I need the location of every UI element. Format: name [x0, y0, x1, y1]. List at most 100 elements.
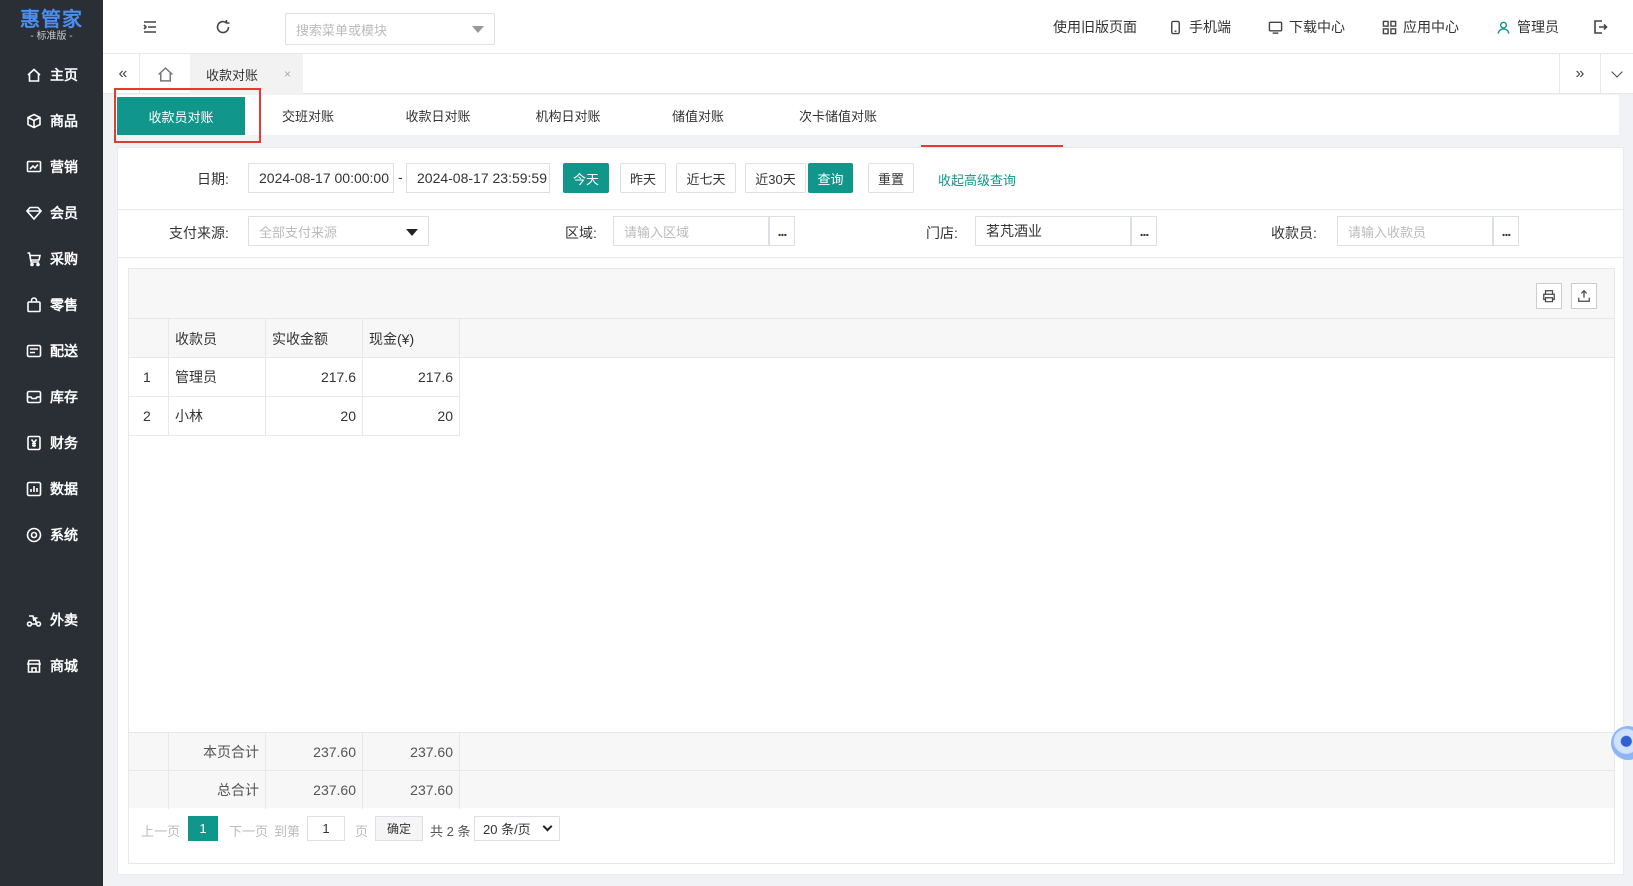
yesterday-button[interactable]: 昨天 [620, 163, 666, 193]
inbox-icon [26, 389, 42, 405]
delivery-icon [26, 612, 42, 628]
sidebar-item-label: 商品 [50, 113, 78, 129]
box-icon [26, 113, 42, 129]
total-count: 共 2 条 [430, 824, 471, 839]
prev-page-button[interactable]: 上一页 [141, 821, 180, 840]
sidebar-item-label: 采购 [50, 251, 78, 267]
empty-cell [129, 733, 169, 771]
sidebar-item-label: 主页 [50, 67, 78, 83]
today-button[interactable]: 今天 [563, 163, 609, 193]
cash-cell: 217.6 [363, 358, 460, 397]
search-placeholder: 搜索菜单或模块 [296, 22, 388, 38]
old-version-link[interactable]: 使用旧版页面 [1053, 0, 1137, 54]
chevron-down-icon [542, 821, 553, 832]
store-picker-button[interactable]: ... [1131, 216, 1157, 246]
toggle-advanced-query-link[interactable]: 收起高级查询 [938, 170, 1016, 189]
sidebar-item-label: 零售 [50, 297, 78, 313]
sidebar-item-finance[interactable]: 财务 [0, 423, 103, 463]
sidebar-item-retail[interactable]: 零售 [0, 285, 103, 325]
region-input[interactable]: 请输入区域 [613, 216, 769, 246]
sidebar-item-goods[interactable]: 商品 [0, 101, 103, 141]
column-header: 实收金额 [266, 319, 363, 358]
tabs-menu-chevron-icon[interactable] [1600, 54, 1633, 94]
menu-search-input[interactable]: 搜索菜单或模块 [285, 13, 495, 45]
close-icon[interactable]: × [284, 67, 291, 81]
last-30-days-button[interactable]: 近30天 [745, 163, 806, 193]
date-end-input[interactable]: 2024-08-17 23:59:59 [406, 163, 550, 193]
cashier-picker-button[interactable]: ... [1493, 216, 1519, 246]
menu-collapse-icon[interactable] [140, 17, 160, 37]
cashier-input[interactable]: 请输入收款员 [1337, 216, 1493, 246]
region-picker-button[interactable]: ... [769, 216, 795, 246]
data-icon [26, 481, 42, 497]
user-name: 管理员 [1517, 19, 1559, 35]
sidebar-item-home[interactable]: 主页 [0, 55, 103, 95]
logout-icon[interactable] [1590, 17, 1610, 37]
grand-total-row: 总合计 237.60 237.60 [129, 770, 1614, 809]
mobile-link[interactable]: 手机端 [1168, 0, 1231, 54]
sidebar-item-label: 配送 [50, 343, 78, 359]
last-7-days-button[interactable]: 近七天 [676, 163, 736, 193]
pay-source-label: 支付来源: [169, 225, 229, 241]
page-total-row: 本页合计 237.60 237.60 [129, 732, 1614, 771]
goto-page-input[interactable]: 1 [307, 816, 345, 841]
reset-button[interactable]: 重置 [868, 163, 914, 193]
subtab-card-stored-value-reconciliation[interactable]: 次卡储值对账 [773, 95, 903, 135]
date-separator: - [398, 169, 403, 185]
page-total-cash: 237.60 [363, 733, 460, 771]
cashier-label: 收款员: [1271, 225, 1317, 241]
sidebar-item-marketing[interactable]: 营销 [0, 147, 103, 187]
edition-label: - 标准版 - [30, 31, 73, 42]
sidebar-item-purchase[interactable]: 采购 [0, 239, 103, 279]
download-center-link[interactable]: 下载中心 [1268, 0, 1345, 54]
app-center-link[interactable]: 应用中心 [1382, 0, 1459, 54]
column-header: 现金(¥) [363, 319, 460, 358]
grid-toolbar [129, 269, 1614, 319]
store-icon [26, 658, 42, 674]
pay-source-select[interactable]: 全部支付来源 [248, 216, 429, 246]
subtab-cashier-reconciliation[interactable]: 收款员对账 [117, 97, 245, 135]
sidebar-item-label: 会员 [50, 205, 78, 221]
sidebar-item-label: 财务 [50, 435, 78, 451]
subtab-daily-payment-reconciliation[interactable]: 收款日对账 [383, 95, 493, 135]
sidebar-item-member[interactable]: 会员 [0, 193, 103, 233]
sidebar-item-delivery[interactable]: 配送 [0, 331, 103, 371]
divider [118, 257, 1625, 258]
sidebar-item-label: 营销 [50, 159, 78, 175]
refresh-icon[interactable] [213, 17, 233, 37]
sidebar-item-takeaway[interactable]: 外卖 [0, 600, 103, 640]
page-tab-strip: « 收款对账 × » [103, 54, 1633, 94]
print-icon[interactable] [1536, 283, 1562, 309]
home-tab[interactable] [143, 54, 187, 94]
page-total-received: 237.60 [266, 733, 363, 771]
chevron-down-icon [472, 26, 484, 33]
user-icon [1497, 21, 1510, 34]
date-start-input[interactable]: 2024-08-17 00:00:00 [248, 163, 394, 193]
sidebar-item-system[interactable]: 系统 [0, 515, 103, 555]
subtab-shift-reconciliation[interactable]: 交班对账 [253, 95, 363, 135]
tabs-scroll-right-icon[interactable]: » [1560, 54, 1600, 94]
data-grid: 收款员 实收金额 现金(¥) 1 管理员 217.6 217.6 2 小林 20… [128, 268, 1615, 864]
query-button[interactable]: 查询 [808, 163, 853, 193]
cashier-cell: 小林 [169, 397, 266, 436]
page-number-current[interactable]: 1 [188, 816, 218, 841]
cashier-cell: 管理员 [169, 358, 266, 397]
sidebar-item-inventory[interactable]: 库存 [0, 377, 103, 417]
goto-label: 到第 [274, 824, 301, 839]
sidebar-item-mall[interactable]: 商城 [0, 646, 103, 686]
next-page-button[interactable]: 下一页 [229, 821, 268, 840]
page-size-select[interactable]: 20 条/页 [474, 816, 560, 841]
sidebar-item-data[interactable]: 数据 [0, 469, 103, 509]
store-input[interactable]: 茗芃酒业 [975, 216, 1131, 246]
tab-payment-reconciliation[interactable]: 收款对账 × [190, 54, 303, 94]
goto-confirm-button[interactable]: 确定 [375, 816, 423, 841]
page-total-label: 本页合计 [169, 733, 266, 771]
user-menu[interactable]: 管理员 [1496, 0, 1559, 54]
subtab-stored-value-reconciliation[interactable]: 储值对账 [643, 95, 753, 135]
pay-source-value: 全部支付来源 [259, 224, 338, 240]
monitor-icon [1268, 21, 1283, 34]
truck-icon [26, 343, 42, 359]
export-icon[interactable] [1571, 283, 1597, 309]
tabs-scroll-left-icon[interactable]: « [107, 54, 139, 94]
subtab-org-daily-reconciliation[interactable]: 机构日对账 [513, 95, 623, 135]
